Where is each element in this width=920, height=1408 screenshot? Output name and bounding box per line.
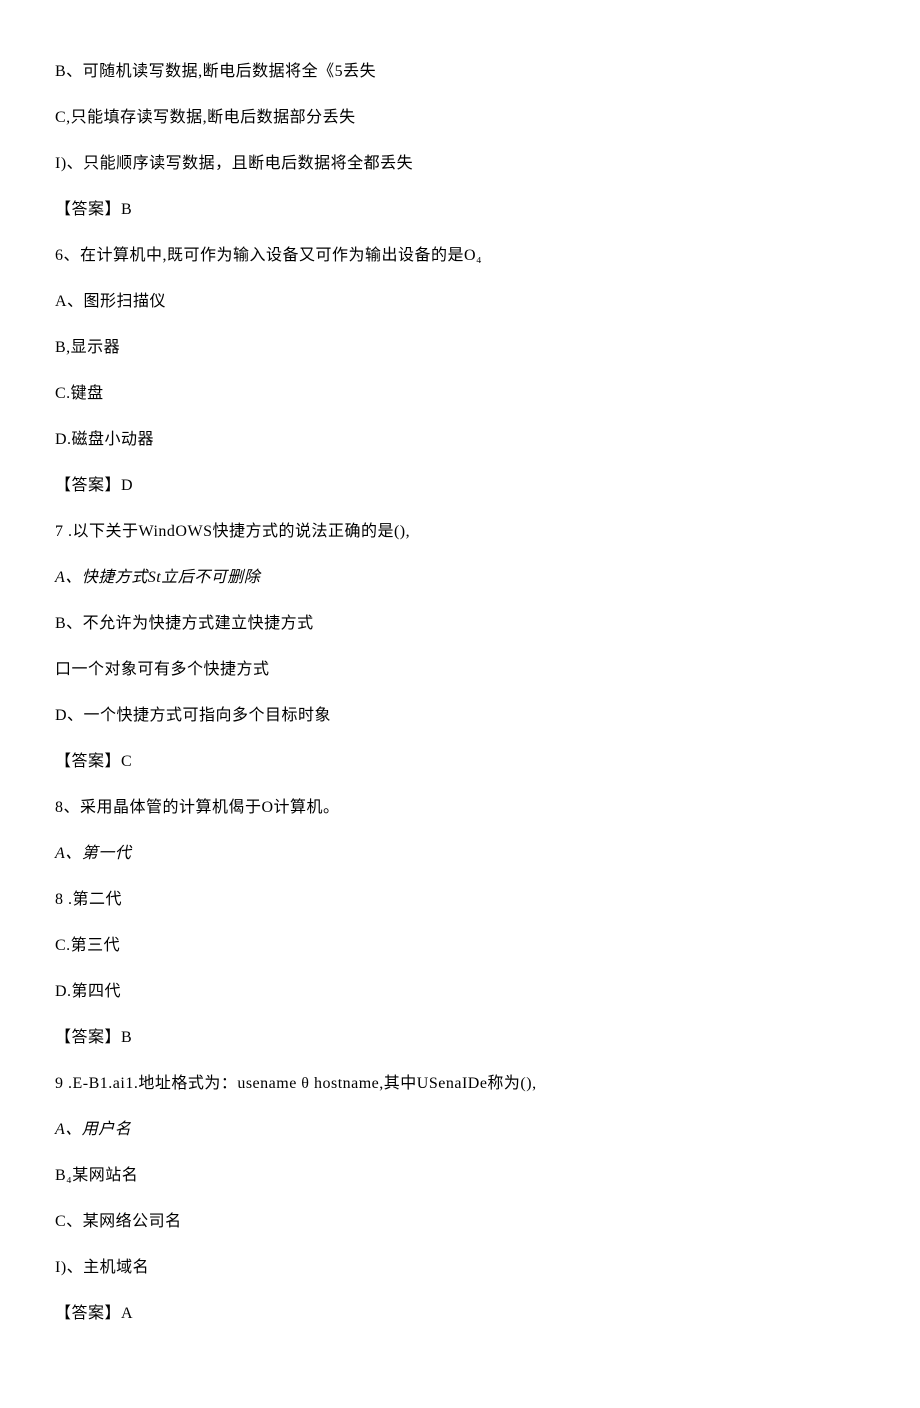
- question-line: 8、采用晶体管的计算机偈于O计算机。: [55, 796, 865, 820]
- answer-line: 【答案】B: [55, 198, 865, 222]
- answer-line: 【答案】D: [55, 474, 865, 498]
- option-line: D.第四代: [55, 980, 865, 1004]
- option-line: B₄某网站名: [55, 1164, 865, 1188]
- text-line: I)、只能顺序读写数据，且断电后数据将全都丢失: [55, 152, 865, 176]
- option-line: D.磁盘小动器: [55, 428, 865, 452]
- option-line: B、不允许为快捷方式建立快捷方式: [55, 612, 865, 636]
- answer-line: 【答案】A: [55, 1302, 865, 1326]
- text-line: B、可随机读写数据,断电后数据将全《5丢失: [55, 60, 865, 84]
- option-line: 口一个对象可有多个快捷方式: [55, 658, 865, 682]
- question-line: 7 .以下关于WindOWS快捷方式的说法正确的是(),: [55, 520, 865, 544]
- option-line: 8 .第二代: [55, 888, 865, 912]
- question-line: 9 .E-B1.ai1.地址格式为：usename θ hostname,其中U…: [55, 1072, 865, 1096]
- answer-line: 【答案】B: [55, 1026, 865, 1050]
- option-line: B,显示器: [55, 336, 865, 360]
- option-line: A、图形扫描仪: [55, 290, 865, 314]
- option-line: C.键盘: [55, 382, 865, 406]
- option-line: C.第三代: [55, 934, 865, 958]
- answer-line: 【答案】C: [55, 750, 865, 774]
- option-line: A、用户名: [55, 1118, 865, 1142]
- document-page: B、可随机读写数据,断电后数据将全《5丢失 C,只能填存读写数据,断电后数据部分…: [0, 0, 920, 1408]
- question-line: 6、在计算机中,既可作为输入设备又可作为输出设备的是O₄: [55, 244, 865, 268]
- text-line: C,只能填存读写数据,断电后数据部分丢失: [55, 106, 865, 130]
- option-line: A、第一代: [55, 842, 865, 866]
- option-line: D、一个快捷方式可指向多个目标时象: [55, 704, 865, 728]
- option-line: C、某网络公司名: [55, 1210, 865, 1234]
- option-line: A、快捷方式St立后不可删除: [55, 566, 865, 590]
- option-line: I)、主机域名: [55, 1256, 865, 1280]
